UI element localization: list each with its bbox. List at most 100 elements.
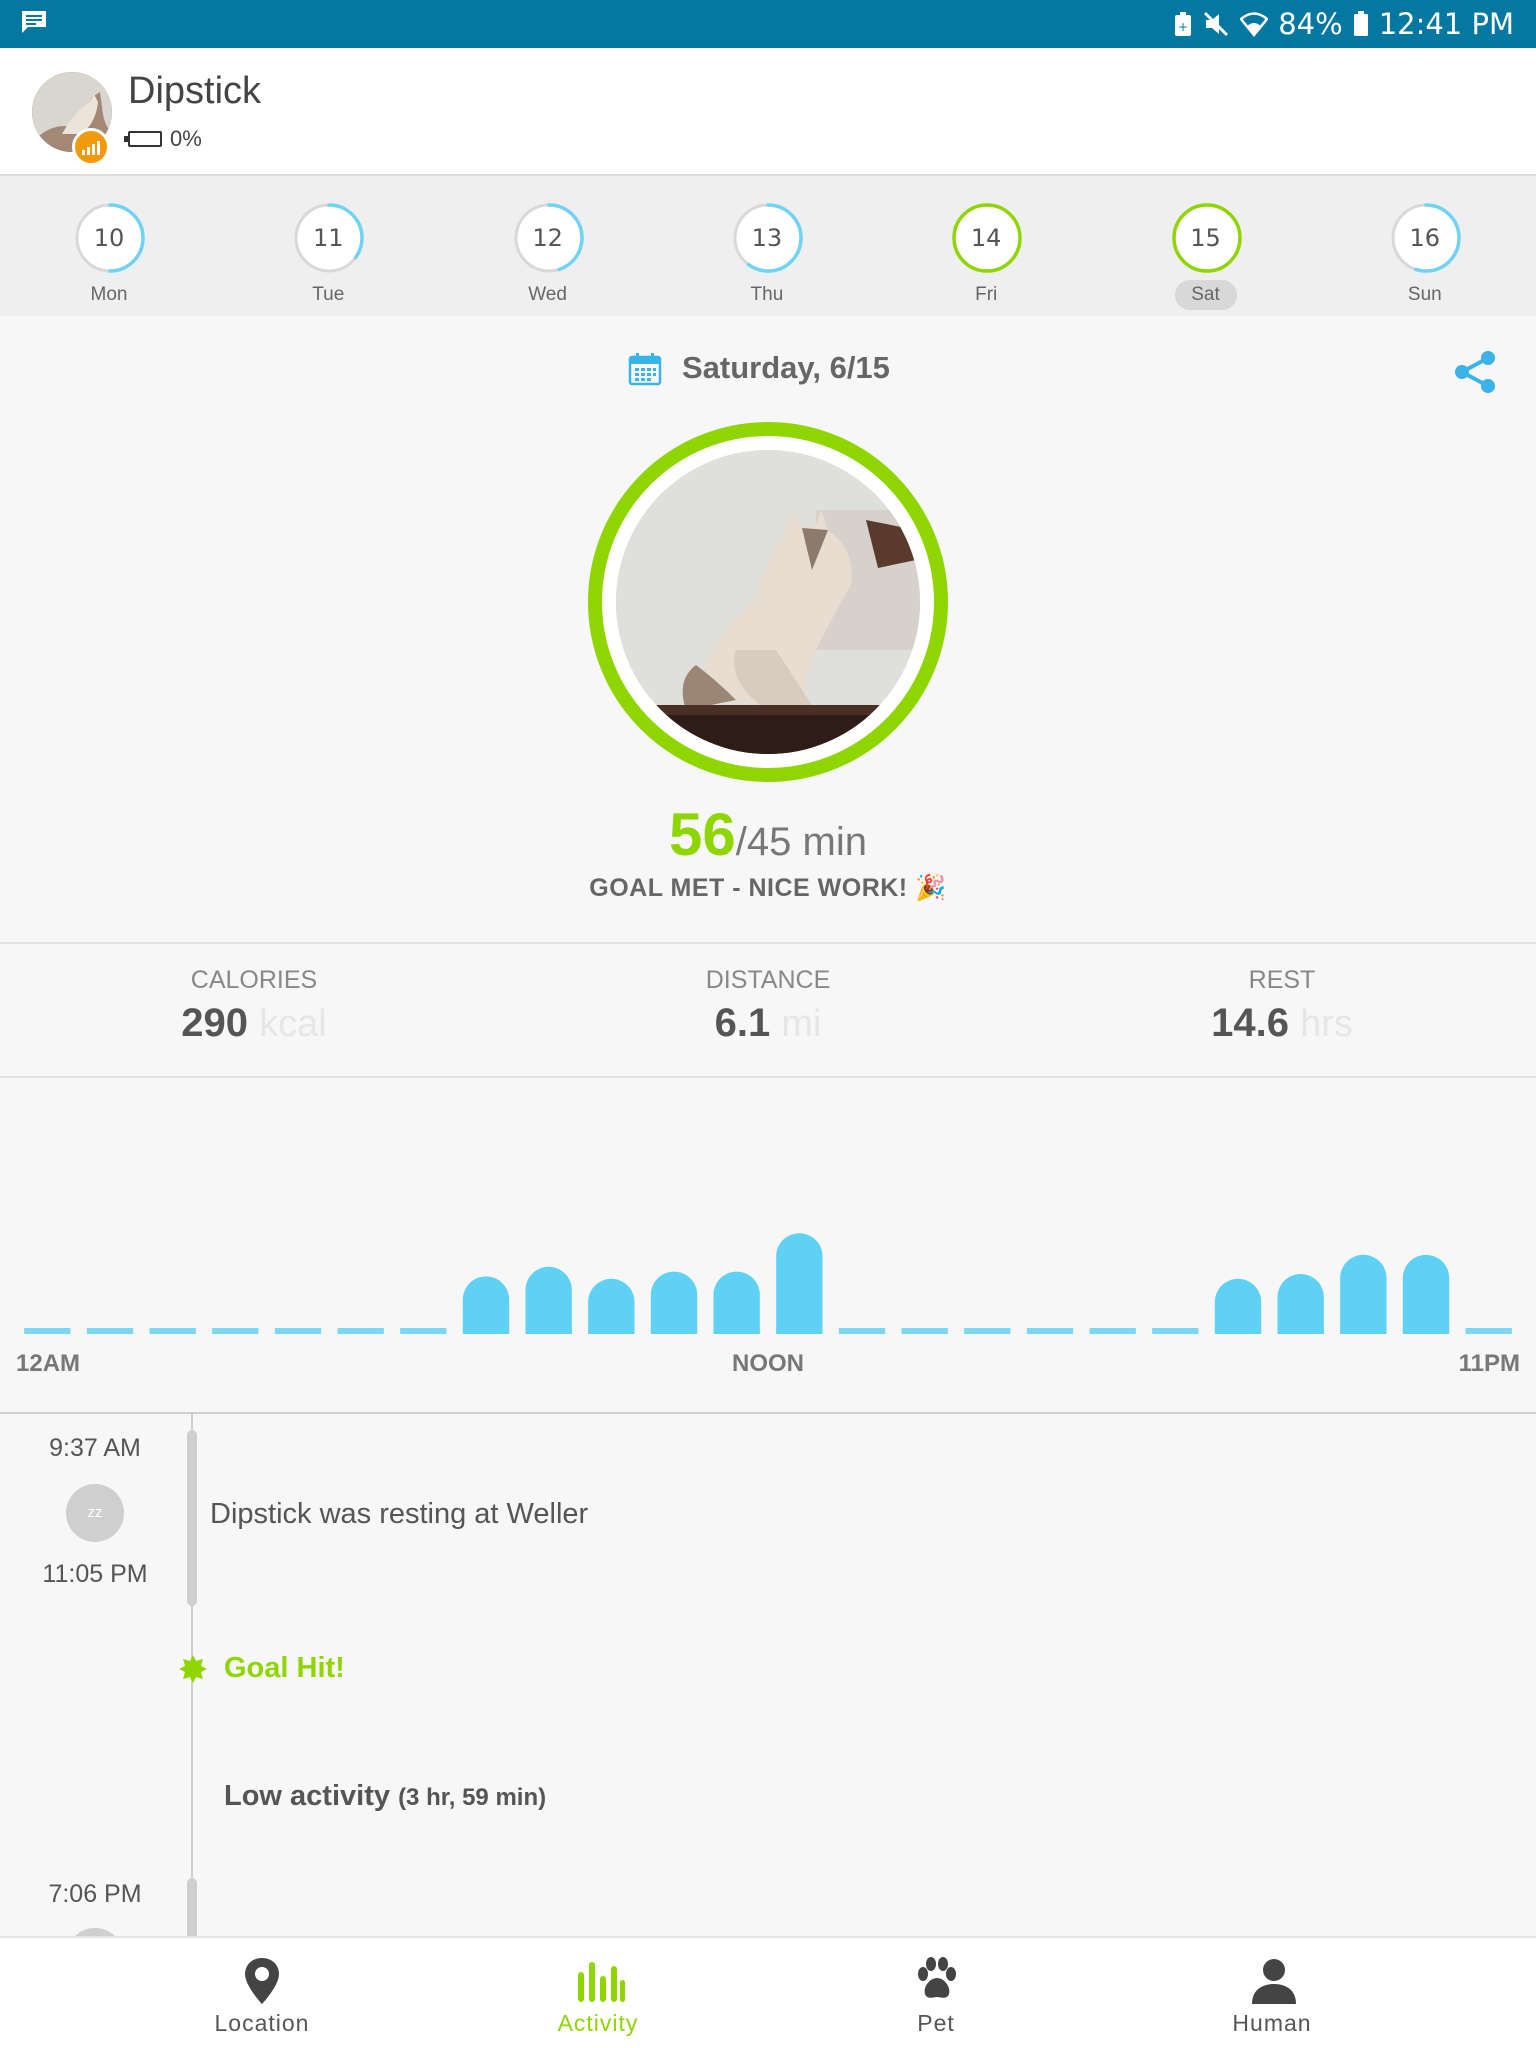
wifi-icon <box>1240 12 1269 37</box>
chart-bar-11am <box>713 1271 760 1334</box>
location-pin-icon <box>245 1958 279 2004</box>
chart-bar-9am <box>588 1278 635 1334</box>
tracker-battery: 0% <box>124 126 202 152</box>
hourly-activity-chart-svg <box>24 1233 1512 1334</box>
stat-rest-title: REST <box>1248 966 1316 994</box>
battery-saver-icon: + <box>1175 12 1192 36</box>
day-number: 14 <box>970 224 1002 252</box>
stat-rest-value: 14.6 <box>1211 1001 1289 1045</box>
day-label: Wed <box>528 284 567 305</box>
chart-bar-5am <box>337 1328 384 1334</box>
rest-event-bar <box>187 1430 197 1606</box>
chart-bar-10am <box>650 1271 698 1334</box>
day-thu[interactable]: 13 Thu <box>712 176 822 316</box>
low-activity-duration: (3 hr, 59 min) <box>398 1784 547 1811</box>
goal-hit-icon <box>179 1655 207 1683</box>
chart-bar-11pm <box>1465 1328 1512 1334</box>
nav-location-label: Location <box>214 2010 310 2036</box>
nav-human[interactable]: Human <box>1172 1938 1372 2048</box>
day-number: 16 <box>1409 224 1441 252</box>
bottom-navigation: Location Activity Pet Human <box>0 1936 1536 2048</box>
daily-stats: CALORIES 290 kcal DISTANCE 6.1 mi REST 1… <box>0 942 1536 1078</box>
goal-message: GOAL MET - NICE WORK! 🎉 <box>589 874 947 902</box>
rest-event-text[interactable]: Dipstick was resting at Weller <box>210 1498 588 1531</box>
selected-date[interactable]: Saturday, 6/15 <box>682 350 890 386</box>
chart-bar-6am <box>400 1328 447 1334</box>
chart-bar-3am <box>212 1328 259 1334</box>
event3-icon <box>66 1928 124 1936</box>
pet-photo <box>616 450 920 754</box>
stat-calories-title: CALORIES <box>190 966 318 994</box>
stat-calories-unit: kcal <box>259 1003 327 1045</box>
day-number: 15 <box>1190 224 1221 252</box>
goal-summary: 56/45 min <box>0 800 1536 869</box>
svg-text:+: + <box>1178 20 1188 34</box>
chart-bar-8pm <box>1277 1274 1324 1334</box>
chart-bar-7am <box>462 1276 510 1334</box>
activity-bars-icon <box>578 1962 625 2002</box>
message-notification-icon <box>22 11 46 33</box>
event-end-time: 11:05 PM <box>42 1560 148 1588</box>
chart-bar-2pm <box>901 1328 948 1334</box>
chart-bar-7pm <box>1214 1278 1262 1334</box>
day-tue[interactable]: 11 Tue <box>273 176 383 316</box>
calendar-icon[interactable] <box>628 352 662 386</box>
day-label: Mon <box>90 284 128 305</box>
event3-bar <box>187 1878 197 1936</box>
day-label: Fri <box>975 284 998 305</box>
day-label: Tue <box>312 284 345 305</box>
pet-name: Dipstick <box>128 70 262 112</box>
day-number: 13 <box>751 224 783 252</box>
hourly-activity-chart[interactable]: 12AM NOON 11PM <box>0 1080 1536 1410</box>
day-fri[interactable]: 14 Fri <box>931 176 1041 316</box>
activity-goal-ring <box>588 422 948 782</box>
signal-badge-icon <box>72 128 110 166</box>
day-number: 10 <box>93 224 125 252</box>
day-sun[interactable]: 16 Sun <box>1370 176 1480 316</box>
stat-rest-unit: hrs <box>1300 1003 1353 1045</box>
chart-bar-1pm <box>838 1328 886 1334</box>
nav-pet[interactable]: Pet <box>836 1938 1036 2048</box>
chart-bar-9pm <box>1340 1254 1387 1334</box>
day-label: Thu <box>750 284 784 305</box>
nav-activity-label: Activity <box>557 2010 639 2036</box>
event-start-time: 9:37 AM <box>49 1434 141 1462</box>
day-sat[interactable]: 15 Sat <box>1151 176 1261 316</box>
goal-hit-label: Goal Hit! <box>224 1652 345 1684</box>
stat-distance-unit: mi <box>781 1003 822 1045</box>
chart-bar-8am <box>525 1266 572 1334</box>
battery-icon <box>1353 11 1368 36</box>
chart-bar-5pm <box>1089 1328 1136 1334</box>
pet-header[interactable]: Dipstick 0% <box>0 48 1536 176</box>
mute-icon <box>1204 11 1229 37</box>
x-tick-label-end: 11PM <box>1458 1350 1520 1377</box>
chart-bar-12am <box>24 1328 71 1334</box>
x-tick-label-noon: NOON <box>732 1350 804 1377</box>
stat-distance-value: 6.1 <box>714 1001 771 1045</box>
day-label: Sun <box>1407 284 1442 305</box>
tracker-battery-icon <box>124 131 162 147</box>
day-label: Sat <box>1174 280 1237 310</box>
stat-calories-value: 290 <box>181 1001 249 1045</box>
day-number: 12 <box>532 224 563 252</box>
date-header: Saturday, 6/15 <box>0 340 1536 400</box>
stat-distance: DISTANCE 6.1 mi <box>618 966 918 1046</box>
stat-distance-title: DISTANCE <box>705 966 831 994</box>
low-activity-entry[interactable]: Low activity (3 hr, 59 min) <box>224 1780 546 1813</box>
nav-human-label: Human <box>1232 2010 1312 2036</box>
paw-icon <box>918 1957 956 1998</box>
nav-location[interactable]: Location <box>162 1938 362 2048</box>
chart-bar-noon <box>776 1233 823 1334</box>
day-number: 11 <box>313 224 344 252</box>
nav-pet-label: Pet <box>917 2010 955 2036</box>
chart-bar-1am <box>86 1328 134 1334</box>
chart-bar-10pm <box>1402 1254 1450 1334</box>
chart-bar-4pm <box>1026 1328 1074 1334</box>
day-mon[interactable]: 10 Mon <box>54 176 164 316</box>
chart-bar-6pm <box>1152 1328 1199 1334</box>
nav-activity[interactable]: Activity <box>498 1938 698 2048</box>
day-wed[interactable]: 12 Wed <box>493 176 603 316</box>
clock: 12:41 PM <box>1378 7 1514 41</box>
sleep-icon: zz <box>66 1484 124 1542</box>
share-icon[interactable] <box>1450 346 1502 398</box>
